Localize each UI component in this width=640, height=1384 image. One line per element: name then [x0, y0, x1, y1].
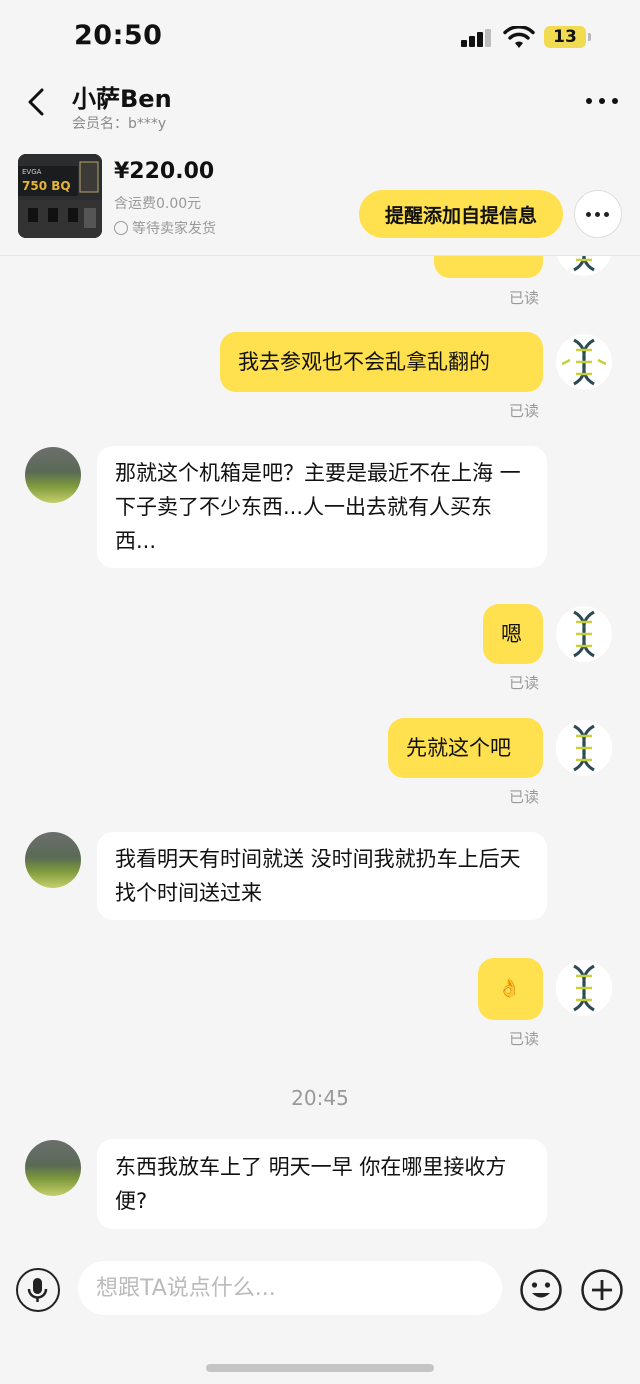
read-status: 已读: [509, 289, 540, 307]
product-image[interactable]: EVGA 750 BQ: [18, 154, 102, 238]
status-time: 20:50: [74, 20, 163, 51]
status-bar: 20:50 13: [0, 0, 640, 75]
member-name: 会员名：b***y: [72, 116, 167, 132]
message-text: 👌: [498, 978, 521, 999]
contact-name: 小萨Ben: [72, 85, 172, 113]
signal-icon: [461, 29, 493, 47]
message-bubble-me: 先就这个吧: [388, 718, 543, 778]
product-card[interactable]: EVGA 750 BQ ¥220.00 含运费0.00元 等待卖家发货 提醒添加…: [0, 145, 640, 256]
voice-input-button[interactable]: [16, 1268, 60, 1312]
message-text: 我去参观也不会乱拿乱翻的: [238, 350, 490, 374]
my-avatar[interactable]: [556, 606, 612, 662]
contact-avatar[interactable]: [25, 832, 81, 888]
back-arrow-icon[interactable]: [22, 87, 52, 117]
more-options-icon[interactable]: [584, 93, 620, 109]
read-status: 已读: [509, 1030, 540, 1048]
svg-text:EVGA: EVGA: [22, 168, 42, 176]
read-status: 已读: [509, 674, 540, 692]
card-more-button[interactable]: [574, 190, 622, 238]
message-text: 那就这个机箱是吧？主要是最近不在上海 一下子卖了不少东西...人一出去就有人买东…: [115, 461, 521, 553]
message-text: 嗯: [501, 622, 522, 646]
my-avatar[interactable]: [556, 256, 612, 276]
emoji-icon[interactable]: [519, 1268, 563, 1312]
message-input[interactable]: [78, 1261, 502, 1315]
chat-timestamp: 20:45: [291, 1086, 349, 1110]
wifi-icon: [503, 26, 535, 48]
my-avatar[interactable]: [556, 334, 612, 390]
message-text: 行嘛: [452, 256, 494, 257]
message-bubble-them: 东西我放车上了 明天一早 你在哪里接收方便?: [97, 1139, 547, 1229]
message-bubble-them: 那就这个机箱是吧？主要是最近不在上海 一下子卖了不少东西...人一出去就有人买东…: [97, 446, 547, 568]
remind-pickup-button[interactable]: 提醒添加自提信息: [359, 190, 563, 238]
message-bubble-me: 👌: [478, 958, 543, 1020]
clock-icon: [114, 221, 128, 235]
order-status-text: 等待卖家发货: [132, 221, 216, 237]
my-avatar[interactable]: [556, 960, 612, 1016]
message-text: 先就这个吧: [406, 736, 511, 760]
order-status: 等待卖家发货: [114, 218, 216, 238]
contact-avatar[interactable]: [25, 447, 81, 503]
product-image-label: 750 BQ: [22, 179, 71, 193]
message-text: 东西我放车上了 明天一早 你在哪里接收方便?: [115, 1155, 507, 1213]
message-bubble-me: 嗯: [483, 604, 543, 664]
shipping-fee: 含运费0.00元: [114, 196, 202, 212]
home-indicator[interactable]: [206, 1364, 434, 1372]
product-price: ¥220.00: [114, 159, 215, 184]
message-bubble-them: 我看明天有时间就送 没时间我就扔车上后天找个时间送过来: [97, 832, 547, 920]
chat-area[interactable]: 行嘛 已读 我去参观也不会乱拿乱翻的 已读 那就这个机箱是吧？主要是最近不在上海…: [0, 256, 640, 1248]
chat-header: 小萨Ben 会员名：b***y: [0, 75, 640, 135]
battery-icon: 13: [544, 26, 586, 48]
contact-avatar[interactable]: [25, 1140, 81, 1196]
my-avatar[interactable]: [556, 720, 612, 776]
read-status: 已读: [509, 402, 540, 420]
message-text: 我看明天有时间就送 没时间我就扔车上后天找个时间送过来: [115, 847, 521, 905]
add-attachment-icon[interactable]: [580, 1268, 624, 1312]
battery-tip: [588, 33, 591, 41]
read-status: 已读: [509, 788, 540, 806]
microphone-icon: [27, 1278, 48, 1302]
message-bubble-me: 我去参观也不会乱拿乱翻的: [220, 332, 543, 392]
message-bubble-me: 行嘛: [434, 256, 543, 278]
